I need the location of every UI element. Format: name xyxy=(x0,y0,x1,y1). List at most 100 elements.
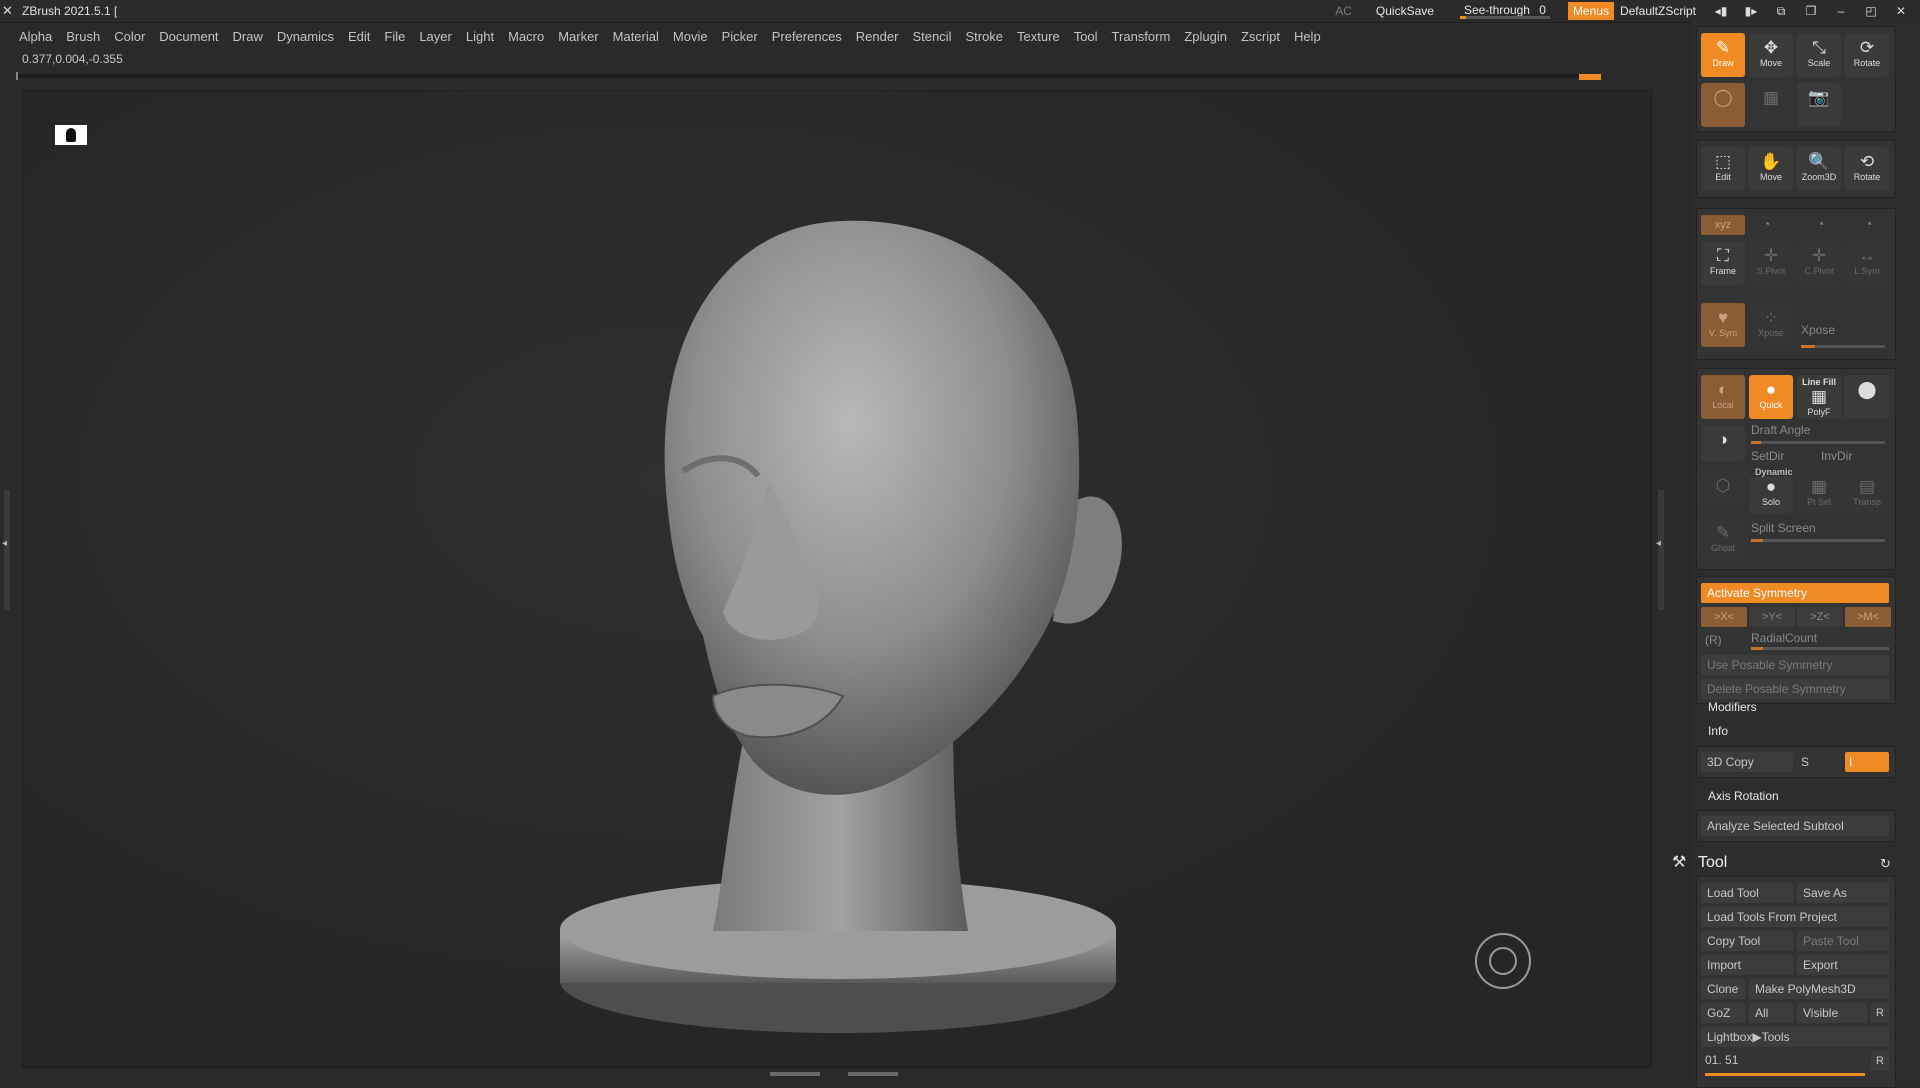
canvas-viewport[interactable] xyxy=(22,90,1652,1068)
menu-alpha[interactable]: Alpha xyxy=(19,29,52,44)
current-tool-r-button[interactable]: R xyxy=(1871,1051,1889,1071)
contrast-button[interactable]: ◑ xyxy=(1701,425,1745,461)
paste-tool-button[interactable]: Paste Tool xyxy=(1797,931,1889,951)
quick-button[interactable]: ● Quick xyxy=(1749,375,1793,419)
invdir-button[interactable]: InvDir xyxy=(1821,449,1852,463)
edit-button[interactable]: ⬚ Edit xyxy=(1701,147,1745,191)
ruler-marker[interactable] xyxy=(1579,74,1601,80)
copy-tool-button[interactable]: Copy Tool xyxy=(1701,931,1793,951)
3d-copy-button[interactable]: 3D Copy xyxy=(1701,752,1793,772)
menu-file[interactable]: File xyxy=(384,29,405,44)
menu-zscript[interactable]: Zscript xyxy=(1241,29,1280,44)
split-screen-label[interactable]: Split Screen xyxy=(1751,521,1816,535)
timeline-ruler[interactable] xyxy=(16,72,1601,80)
draft-angle-label[interactable]: Draft Angle xyxy=(1751,423,1810,437)
menu-material[interactable]: Material xyxy=(613,29,659,44)
menu-texture[interactable]: Texture xyxy=(1017,29,1060,44)
menu-movie[interactable]: Movie xyxy=(673,29,708,44)
ac-toggle[interactable]: AC xyxy=(1335,4,1352,18)
axis-z-icon[interactable]: ◔ xyxy=(1817,217,1824,231)
left-panel-handle[interactable] xyxy=(2,490,10,610)
v-sym-button[interactable]: ♥ V. Sym xyxy=(1701,303,1745,347)
menu-stencil[interactable]: Stencil xyxy=(912,29,951,44)
view-gizmo-icon[interactable] xyxy=(1475,933,1531,989)
current-tool-slider[interactable] xyxy=(1705,1073,1865,1076)
xpose-small-button[interactable]: ⁘ Xpose xyxy=(1749,303,1793,347)
right-panel-handle[interactable] xyxy=(1656,490,1664,610)
xpose-slider-label[interactable]: Xpose xyxy=(1801,323,1835,337)
menu-marker[interactable]: Marker xyxy=(558,29,598,44)
polyf-button[interactable]: Line Fill ▦ PolyF xyxy=(1797,375,1841,419)
menus-button[interactable]: Menus xyxy=(1567,2,1614,20)
menu-preferences[interactable]: Preferences xyxy=(772,29,842,44)
s-pivot-button[interactable]: ✛ S.Pivot xyxy=(1749,241,1793,285)
minimize-icon[interactable]: – xyxy=(1830,3,1852,19)
menu-tool[interactable]: Tool xyxy=(1074,29,1098,44)
menu-stroke[interactable]: Stroke xyxy=(965,29,1003,44)
axis-w-icon[interactable]: ◔ xyxy=(1865,217,1872,231)
3d-copy-input[interactable]: I xyxy=(1845,752,1889,772)
menu-color[interactable]: Color xyxy=(114,29,145,44)
menu-dynamics[interactable]: Dynamics xyxy=(277,29,334,44)
default-zscript-button[interactable]: DefaultZScript xyxy=(1620,4,1696,18)
material-preview-button[interactable]: ⬤ xyxy=(1845,375,1889,419)
delete-posable-symmetry-button[interactable]: Delete Posable Symmetry xyxy=(1701,679,1889,699)
goz-button[interactable]: GoZ xyxy=(1701,1003,1745,1023)
solo-button[interactable]: ● Solo xyxy=(1749,477,1793,513)
setdir-button[interactable]: SetDir xyxy=(1751,449,1784,463)
palette-right-icon[interactable]: ▮▸ xyxy=(1740,3,1762,19)
load-tool-button[interactable]: Load Tool xyxy=(1701,883,1793,903)
menu-transform[interactable]: Transform xyxy=(1112,29,1171,44)
window-switch-icon[interactable]: ❐ xyxy=(1800,3,1822,19)
menu-zplugin[interactable]: Zplugin xyxy=(1184,29,1227,44)
move-button[interactable]: ✥ Move xyxy=(1749,33,1793,77)
menu-layer[interactable]: Layer xyxy=(419,29,452,44)
tool-palette-header[interactable]: Tool xyxy=(1698,854,1727,872)
camera-button[interactable]: 📷 xyxy=(1797,83,1841,127)
radial-count-slider[interactable] xyxy=(1751,647,1889,650)
use-posable-symmetry-button[interactable]: Use Posable Symmetry xyxy=(1701,655,1889,675)
load-tools-from-project-button[interactable]: Load Tools From Project xyxy=(1701,907,1889,927)
symmetry-x-button[interactable]: >X< xyxy=(1701,607,1747,627)
tool-hammer-icon[interactable]: ⚒ xyxy=(1672,852,1686,872)
menu-brush[interactable]: Brush xyxy=(66,29,100,44)
radial-r-toggle[interactable]: (R) xyxy=(1705,633,1722,647)
import-button[interactable]: Import xyxy=(1701,955,1793,975)
ghost-button[interactable]: ✎ Ghost xyxy=(1701,521,1745,561)
window-layout-icon[interactable]: ⧉ xyxy=(1770,3,1792,19)
save-as-button[interactable]: Save As xyxy=(1797,883,1889,903)
info-header[interactable]: Info xyxy=(1708,724,1728,738)
goz-r-button[interactable]: R xyxy=(1871,1003,1889,1023)
clone-button[interactable]: Clone xyxy=(1701,979,1745,999)
symmetry-y-button[interactable]: >Y< xyxy=(1749,607,1795,627)
bottom-tray-handle[interactable] xyxy=(770,1070,900,1078)
edit-texture-button[interactable]: ▦ xyxy=(1749,83,1793,127)
activate-symmetry-button[interactable]: Activate Symmetry xyxy=(1701,583,1889,603)
close-icon[interactable]: ✕ xyxy=(1890,3,1912,19)
menu-draw[interactable]: Draw xyxy=(233,29,263,44)
xyz-button[interactable]: xyz xyxy=(1701,215,1745,235)
menu-edit[interactable]: Edit xyxy=(348,29,370,44)
symmetry-z-button[interactable]: >Z< xyxy=(1797,607,1843,627)
reset-icon[interactable]: ↻ xyxy=(1880,856,1891,872)
palette-left-icon[interactable]: ◂▮ xyxy=(1710,3,1732,19)
lightbox-tools-button[interactable]: Lightbox▶Tools xyxy=(1701,1027,1889,1047)
menu-macro[interactable]: Macro xyxy=(508,29,544,44)
modifiers-header[interactable]: Modifiers xyxy=(1708,700,1757,714)
zoom3d-button[interactable]: 🔍 Zoom3D xyxy=(1797,147,1841,191)
goz-all-button[interactable]: All xyxy=(1749,1003,1793,1023)
view-rotate-button[interactable]: ⟲ Rotate xyxy=(1845,147,1889,191)
head-sculpt-model[interactable] xyxy=(23,91,1651,1067)
local-button[interactable]: ◐ Local xyxy=(1701,375,1745,419)
c-pivot-button[interactable]: ✛ C.Pivot xyxy=(1797,241,1841,285)
axis-y-icon[interactable]: ◔ xyxy=(1763,217,1770,231)
symmetry-m-button[interactable]: >M< xyxy=(1845,607,1891,627)
draw-button[interactable]: ✎ Draw xyxy=(1701,33,1745,77)
see-through-slider[interactable]: See-through 0 xyxy=(1458,2,1552,20)
restore-icon[interactable]: ◰ xyxy=(1860,3,1882,19)
material-sphere-button[interactable]: ◯ xyxy=(1701,83,1745,127)
menu-light[interactable]: Light xyxy=(466,29,494,44)
pt-sel-button[interactable]: ▦ Pt Sel xyxy=(1797,477,1841,513)
goz-visible-button[interactable]: Visible xyxy=(1797,1003,1867,1023)
menu-render[interactable]: Render xyxy=(856,29,899,44)
